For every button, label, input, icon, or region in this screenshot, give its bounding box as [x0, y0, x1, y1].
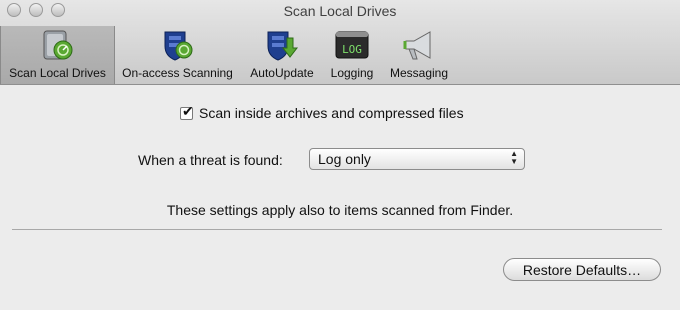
scan-archives-row[interactable]: ✔ Scan inside archives and compressed fi…: [180, 103, 464, 121]
restore-defaults-button[interactable]: Restore Defaults…: [503, 258, 661, 281]
threat-action-value: Log only: [318, 151, 371, 167]
tab-label: AutoUpdate: [250, 66, 314, 80]
divider: [12, 229, 662, 230]
shield-scan-icon: [164, 31, 192, 61]
scan-archives-label[interactable]: Scan inside archives and compressed file…: [199, 105, 464, 121]
stepper-arrows-icon: ▲ ▼: [510, 149, 518, 166]
tab-label: On-access Scanning: [122, 66, 233, 80]
megaphone-icon: [403, 31, 431, 60]
window-title: Scan Local Drives: [283, 3, 397, 19]
threat-action-label: When a threat is found:: [138, 152, 283, 168]
toolbar: Scan Local Drives Scan Local Drives On-a…: [0, 0, 680, 85]
preferences-window: Scan Local Drives Scan Local Drives On-a…: [0, 0, 680, 310]
tab-messaging[interactable]: Messaging: [384, 26, 454, 84]
hard-drive-scan-icon: [43, 30, 72, 60]
shield-download-icon: [267, 31, 299, 61]
log-terminal-icon: LOG: [335, 31, 369, 59]
threat-action-select[interactable]: Log only ▲ ▼: [309, 148, 525, 170]
tab-label: Messaging: [389, 66, 449, 80]
tab-on-access-scanning[interactable]: On-access Scanning: [115, 26, 240, 84]
tab-label: Logging: [330, 66, 374, 80]
scan-archives-checkbox[interactable]: ✔: [180, 103, 194, 120]
settings-panel: ✔ Scan inside archives and compressed fi…: [0, 85, 680, 310]
finder-note: These settings apply also to items scann…: [166, 202, 514, 218]
tab-logging[interactable]: LOG Logging: [323, 26, 381, 84]
log-icon-text: LOG: [342, 43, 362, 56]
tab-label: Scan Local Drives: [9, 66, 106, 80]
tab-autoupdate[interactable]: AutoUpdate: [244, 26, 320, 84]
tab-scan-local-drives[interactable]: Scan Local Drives: [0, 26, 115, 84]
checkmark-icon: ✔: [182, 102, 194, 119]
